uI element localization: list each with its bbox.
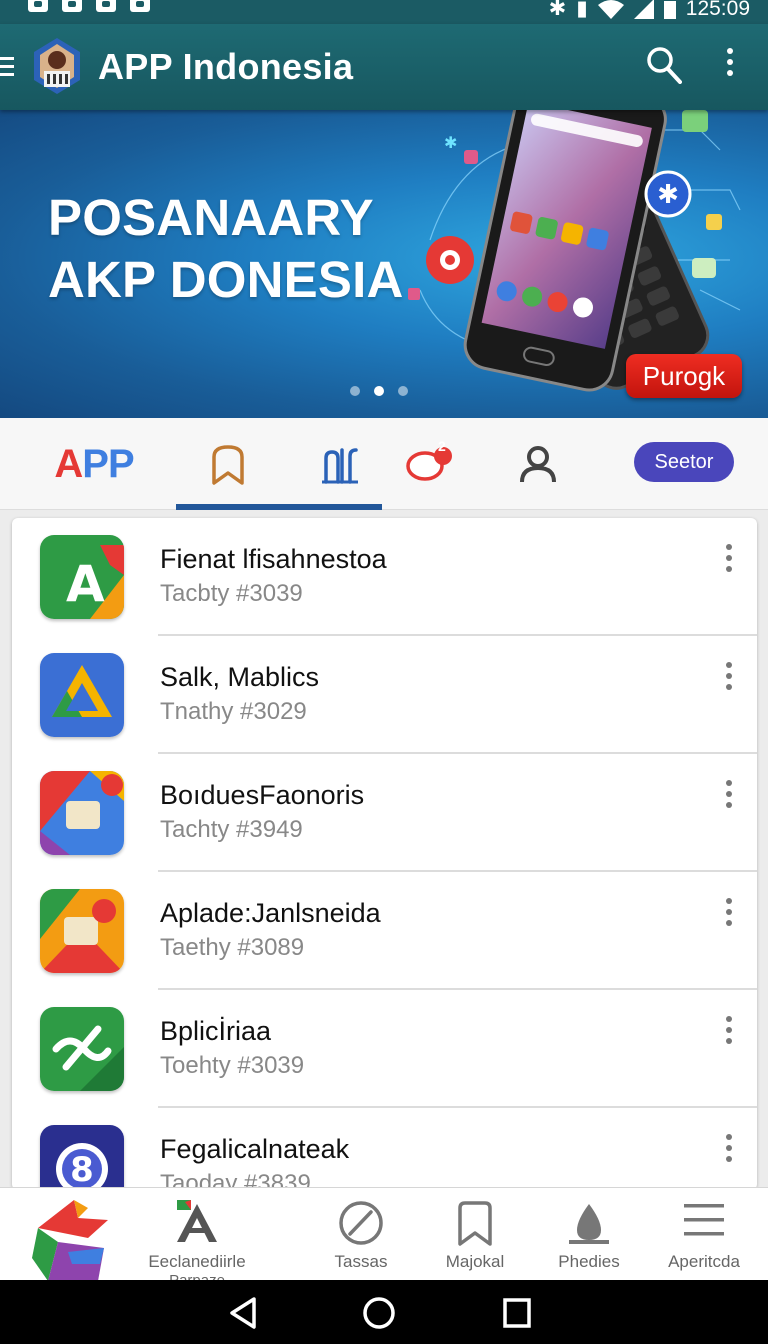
nav-item-more[interactable]: Aperitcda [648, 1188, 760, 1281]
app-subtitle: Tacbty #3039 [160, 580, 303, 607]
app-icon [40, 653, 124, 737]
notification-icon [62, 0, 82, 12]
app-logo-icon [34, 38, 80, 94]
active-tab-indicator [176, 504, 382, 510]
logo-letter: P [82, 441, 109, 486]
bookmark-icon [212, 445, 244, 485]
promo-banner[interactable]: POSANAARY AKP DONESIA ✱ ✱ Purogk [0, 110, 768, 418]
carousel-dot[interactable] [374, 386, 384, 396]
nav-label: Majokal [445, 1252, 505, 1271]
app-title: Salk, Mablics [160, 662, 320, 692]
stats-icon [322, 448, 358, 484]
app-bar: APP Indonesia [0, 24, 768, 110]
nav-item-saved[interactable]: Majokal [420, 1188, 530, 1281]
back-icon[interactable] [226, 1296, 260, 1330]
tab-bookmarks[interactable] [176, 418, 280, 510]
hamburger-icon [684, 1204, 724, 1236]
list-item[interactable]: Bplicİriaa Toehty #3039 [12, 990, 757, 1108]
notification-icon [28, 0, 48, 12]
person-icon [520, 446, 556, 483]
svg-text:A: A [66, 555, 105, 613]
vibrate-icon: ▮ [576, 0, 588, 20]
drop-icon [569, 1204, 609, 1244]
letter-a-icon [177, 1200, 217, 1242]
bookmark-bag-icon [458, 1201, 492, 1246]
notification-icon [130, 0, 150, 12]
signal-icon [633, 0, 654, 19]
logo-letter: A [54, 441, 83, 486]
nav-label: Eeclanediirle [148, 1252, 246, 1271]
sector-button[interactable]: Seetor [634, 442, 734, 482]
app-subtitle: Toehty #3039 [160, 1052, 305, 1079]
system-status: ✱ ▮ 125:09 [549, 0, 750, 21]
row-overflow-icon[interactable] [722, 1134, 736, 1164]
nav-item-home[interactable]: Eeclanediirle Parpaze [140, 1188, 254, 1289]
app-icon [40, 889, 124, 973]
row-overflow-icon[interactable] [722, 780, 736, 810]
home-icon[interactable] [362, 1296, 396, 1330]
promo-button[interactable]: Purogk [626, 354, 742, 398]
carousel-dot[interactable] [350, 386, 360, 396]
app-screen: ✱ ▮ 125:09 APP Indonesia POSANAARY AKP D… [0, 0, 768, 1344]
svg-text:✱: ✱ [444, 133, 457, 152]
tab-profile[interactable] [506, 418, 570, 510]
nav-label: Tassas [334, 1252, 388, 1271]
notification-count: 2 [438, 438, 446, 454]
app-title: Bplicİriaa [160, 1016, 272, 1046]
row-overflow-icon[interactable] [722, 662, 736, 692]
brand-logo-icon[interactable] [28, 1198, 108, 1281]
row-overflow-icon[interactable] [722, 544, 736, 574]
category-tab-bar: APP 2 Seetor [0, 418, 768, 510]
notification-icons [28, 0, 150, 12]
app-subtitle: Taethy #3089 [160, 934, 305, 961]
nav-item-media[interactable]: Phedies [534, 1188, 644, 1281]
list-item[interactable]: Salk, Mablics Tnathy #3029 [12, 636, 757, 754]
logo-letter: P [107, 441, 135, 486]
wifi-icon [597, 0, 624, 19]
carousel-indicator [350, 386, 408, 396]
list-item[interactable]: 8 Fegalicalnateak Taoday #3839 [12, 1108, 757, 1190]
overflow-menu-icon[interactable] [722, 48, 738, 84]
row-overflow-icon[interactable] [722, 1016, 736, 1046]
app-icon: A [40, 535, 124, 619]
app-subtitle: Tachty #3949 [160, 816, 303, 843]
banner-headline-line2: AKP DONESIA [48, 251, 404, 308]
app-title: Aplade:Janlsneida [160, 898, 381, 928]
system-navigation-bar [0, 1280, 768, 1344]
app-title: APP Indonesia [98, 46, 354, 87]
search-icon[interactable] [646, 46, 682, 84]
list-item[interactable]: BoıduesFaonoris Tachty #3949 [12, 754, 757, 872]
menu-icon[interactable] [0, 57, 14, 77]
recents-icon[interactable] [502, 1296, 532, 1330]
app-subtitle: Tnathy #3029 [160, 698, 307, 725]
tab-app-logo[interactable]: APP [44, 418, 144, 510]
list-item[interactable]: A Fienat lfisahnestoa Tacbty #3039 [12, 518, 757, 636]
app-title: BoıduesFaonoris [160, 780, 365, 810]
app-icon: 8 [40, 1125, 124, 1190]
tab-notifications[interactable]: 2 [398, 418, 462, 510]
notification-icon [96, 0, 116, 12]
tab-stats[interactable] [288, 418, 392, 510]
clock: 125:09 [685, 0, 750, 20]
nav-label: Phedies [558, 1252, 620, 1271]
row-overflow-icon[interactable] [722, 898, 736, 928]
svg-text:8: 8 [70, 1150, 94, 1190]
nav-item-tasks[interactable]: Tassas [306, 1188, 416, 1281]
list-item[interactable]: Aplade:Janlsneida Taethy #3089 [12, 872, 757, 990]
banner-headline-line1: POSANAARY [48, 189, 374, 246]
status-bar: ✱ ▮ 125:09 [0, 0, 768, 24]
nav-label: Aperitcda [668, 1252, 740, 1271]
app-title: Fienat lfisahnestoa [160, 544, 387, 574]
bluetooth-icon: ✱ [548, 0, 567, 20]
bottom-navigation: Eeclanediirle Parpaze Tassas Majokal Phe… [0, 1187, 768, 1289]
app-icon [40, 771, 124, 855]
app-icon [40, 1007, 124, 1091]
battery-icon [663, 0, 676, 19]
notification-badge-icon [406, 447, 452, 481]
app-title: Fegalicalnateak [160, 1134, 350, 1164]
carousel-dot[interactable] [398, 386, 408, 396]
compass-icon [339, 1201, 383, 1245]
svg-text:✱: ✱ [657, 180, 679, 210]
app-list: A Fienat lfisahnestoa Tacbty #3039 Salk,… [12, 518, 757, 1190]
